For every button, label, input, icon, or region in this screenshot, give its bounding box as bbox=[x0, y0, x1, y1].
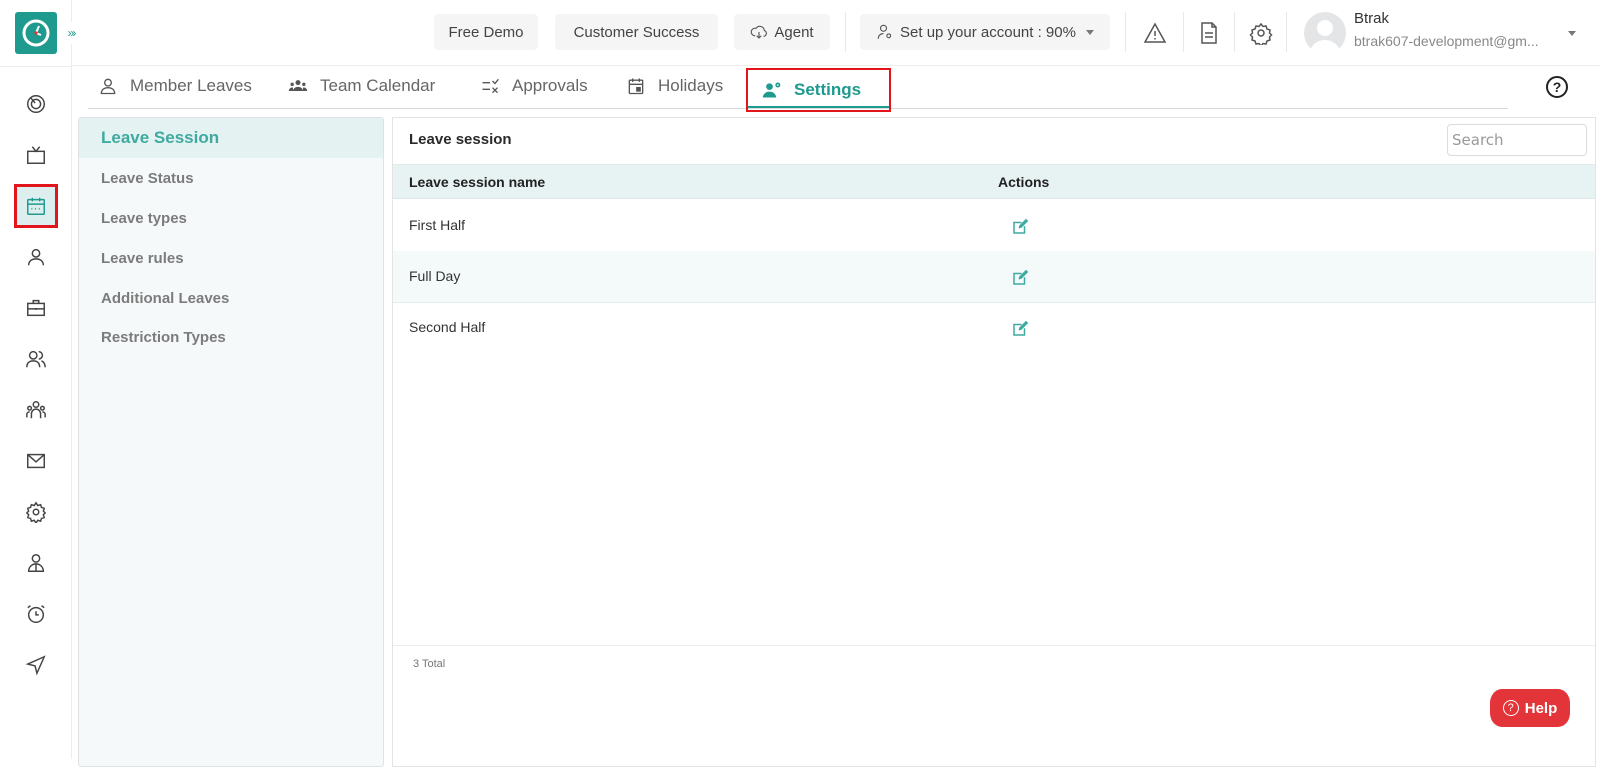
user-menu-chevron-icon[interactable] bbox=[1568, 31, 1576, 36]
rail-item-teams[interactable] bbox=[14, 388, 58, 432]
agent-button[interactable]: Agent bbox=[734, 14, 830, 50]
help-button[interactable]: ? Help bbox=[1490, 689, 1570, 727]
setup-account-label: Set up your account : 90% bbox=[900, 23, 1076, 41]
customer-success-label: Customer Success bbox=[573, 23, 700, 41]
person-badge-icon bbox=[27, 554, 45, 572]
submenu-item-additional-leaves[interactable]: Additional Leaves bbox=[79, 290, 383, 307]
help-question-icon[interactable]: ? bbox=[1546, 76, 1568, 98]
submenu-item-leave-session[interactable]: Leave Session bbox=[79, 118, 383, 158]
rail-item-timesheet[interactable] bbox=[14, 592, 58, 636]
alarm-icon bbox=[27, 605, 45, 623]
submenu-item-restriction-types[interactable]: Restriction Types bbox=[79, 329, 383, 346]
panel-title: Leave session bbox=[409, 131, 512, 148]
tab-holidays[interactable]: Holidays bbox=[626, 66, 723, 106]
users-icon bbox=[26, 350, 46, 368]
edit-icon[interactable] bbox=[1011, 269, 1029, 287]
rail-item-assets[interactable] bbox=[14, 286, 58, 330]
rail-item-settings[interactable] bbox=[14, 490, 58, 534]
team-icon bbox=[26, 401, 46, 419]
group-icon bbox=[288, 80, 308, 91]
edit-icon[interactable] bbox=[1011, 218, 1029, 236]
separator bbox=[1234, 12, 1235, 52]
rail-item-display[interactable] bbox=[14, 133, 58, 177]
briefcase-icon bbox=[27, 299, 45, 317]
avatar[interactable] bbox=[1304, 12, 1346, 54]
separator bbox=[1286, 12, 1287, 52]
rail-item-recruitment[interactable] bbox=[14, 541, 58, 585]
avatar-placeholder-icon bbox=[1309, 20, 1341, 54]
submenu-item-leave-rules[interactable]: Leave rules bbox=[79, 250, 383, 267]
cloud-download-icon bbox=[751, 25, 768, 39]
clock-logo-icon bbox=[22, 19, 50, 47]
rail-divider bbox=[0, 66, 72, 67]
table-header: Leave session name Actions bbox=[393, 164, 1595, 199]
help-label: Help bbox=[1524, 699, 1558, 717]
agent-label: Agent bbox=[774, 23, 814, 41]
rail-item-profile[interactable] bbox=[14, 235, 58, 279]
submenu-item-leave-types[interactable]: Leave types bbox=[79, 210, 383, 227]
tab-bar: Member Leaves Team Calendar Approvals Ho… bbox=[88, 66, 1508, 112]
rail-item-mail[interactable] bbox=[14, 439, 58, 483]
checklist-icon bbox=[482, 78, 499, 94]
mail-icon bbox=[27, 453, 45, 469]
calendar-icon bbox=[27, 197, 45, 215]
rail-item-dashboard[interactable] bbox=[14, 82, 58, 126]
settings-submenu: Leave Session Leave Status Leave types L… bbox=[78, 117, 384, 767]
free-demo-button[interactable]: Free Demo bbox=[434, 14, 538, 50]
table-row: Full Day bbox=[393, 251, 1595, 303]
session-name: Second Half bbox=[409, 319, 486, 335]
rail-item-messages[interactable] bbox=[14, 643, 58, 687]
tab-label: Member Leaves bbox=[130, 76, 252, 95]
total-count: 3 Total bbox=[413, 658, 446, 670]
tab-member-leaves[interactable]: Member Leaves bbox=[98, 66, 252, 106]
tab-label: Team Calendar bbox=[320, 76, 436, 95]
leave-session-panel: Leave session Leave session name Actions… bbox=[392, 117, 1596, 767]
table-row: Second Half bbox=[393, 302, 1595, 354]
tv-icon bbox=[27, 146, 45, 164]
user-name: Btrak bbox=[1354, 10, 1390, 27]
send-icon bbox=[25, 655, 46, 676]
free-demo-label: Free Demo bbox=[448, 23, 524, 41]
session-name: Full Day bbox=[409, 268, 461, 284]
user-settings-icon bbox=[762, 82, 781, 98]
tab-label: Settings bbox=[794, 80, 862, 99]
separator bbox=[845, 12, 846, 52]
left-rail: »› bbox=[0, 0, 82, 759]
settings-button[interactable] bbox=[1248, 20, 1274, 46]
tab-label: Holidays bbox=[658, 76, 724, 95]
table-row: First Half bbox=[393, 200, 1595, 252]
question-circle-icon: ? bbox=[1502, 700, 1519, 716]
table-footer-divider bbox=[393, 645, 1595, 646]
app-logo[interactable] bbox=[15, 12, 57, 54]
customer-success-button[interactable]: Customer Success bbox=[555, 14, 718, 50]
tab-approvals[interactable]: Approvals bbox=[480, 66, 588, 106]
separator bbox=[1183, 12, 1184, 52]
chevron-down-icon bbox=[1085, 29, 1094, 35]
tab-team-calendar[interactable]: Team Calendar bbox=[288, 66, 435, 106]
user-gear-icon bbox=[877, 24, 892, 39]
column-header-name[interactable]: Leave session name bbox=[409, 174, 545, 190]
user-email: btrak607-development@gm... bbox=[1354, 33, 1539, 49]
submenu-item-leave-status[interactable]: Leave Status bbox=[79, 170, 383, 187]
tab-label: Approvals bbox=[512, 76, 588, 95]
session-name: First Half bbox=[409, 217, 465, 233]
tab-settings[interactable]: Settings bbox=[746, 68, 892, 112]
user-icon bbox=[27, 248, 45, 266]
rail-item-leave-management[interactable] bbox=[14, 184, 58, 228]
document-icon bbox=[1201, 22, 1217, 44]
calendar-day-icon bbox=[628, 78, 644, 95]
person-icon bbox=[100, 78, 116, 95]
gear-icon bbox=[25, 501, 47, 523]
separator bbox=[1125, 12, 1126, 52]
rail-item-employees[interactable] bbox=[14, 337, 58, 381]
column-header-actions: Actions bbox=[998, 174, 1050, 190]
warning-icon bbox=[1143, 22, 1167, 43]
search-input[interactable] bbox=[1447, 124, 1587, 156]
edit-icon[interactable] bbox=[1011, 320, 1029, 338]
gear-icon bbox=[1249, 22, 1273, 45]
target-icon bbox=[27, 95, 45, 113]
alerts-button[interactable] bbox=[1142, 20, 1168, 46]
setup-account-dropdown[interactable]: Set up your account : 90% bbox=[860, 14, 1110, 50]
documents-button[interactable] bbox=[1196, 20, 1222, 46]
